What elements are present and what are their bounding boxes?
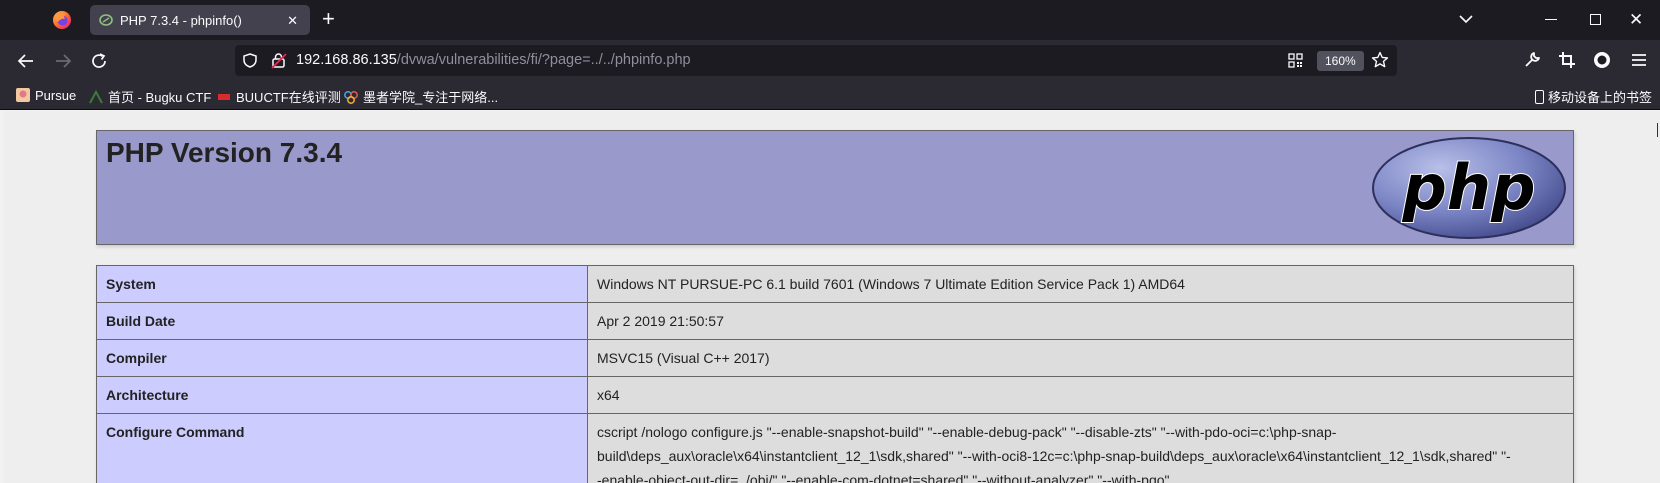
pursue-favicon-icon: [16, 88, 30, 102]
page-title: PHP Version 7.3.4: [106, 137, 343, 168]
close-window-icon[interactable]: ✕: [1629, 10, 1643, 30]
insecure-lock-icon[interactable]: [271, 52, 287, 69]
url-path: /dvwa/vulnerabilities/fi/?page=../../php…: [396, 52, 691, 68]
active-tab[interactable]: PHP 7.3.4 - phpinfo() ✕: [90, 5, 310, 35]
reload-icon[interactable]: [90, 52, 108, 70]
url-host: 192.168.86.135: [296, 52, 397, 68]
account-avatar-icon[interactable]: [1593, 51, 1611, 69]
new-tab-button[interactable]: +: [322, 7, 335, 31]
bookmark-pursue[interactable]: Pursue: [15, 87, 76, 104]
row-value: MSVC15 (Visual C++ 2017): [587, 339, 1574, 377]
bookmark-bugku[interactable]: 首页 - Bugku CTF: [88, 87, 211, 105]
url-text[interactable]: 192.168.86.135/dvwa/vulnerabilities/fi/?…: [296, 52, 691, 68]
row-value: Windows NT PURSUE-PC 6.1 build 7601 (Win…: [587, 265, 1574, 303]
php-logo-text: php: [1402, 151, 1536, 224]
mozhe-favicon-icon: [344, 91, 358, 104]
text-cursor: [1657, 123, 1658, 137]
php-version-header: PHP Version 7.3.4 php: [96, 130, 1574, 245]
page-favicon-icon: [99, 14, 113, 26]
menu-hamburger-icon[interactable]: [1630, 51, 1648, 69]
table-row: Architecture x64: [96, 376, 1574, 414]
row-value: x64: [587, 376, 1574, 414]
zoom-level-button[interactable]: 160%: [1317, 51, 1364, 71]
table-row: System Windows NT PURSUE-PC 6.1 build 76…: [96, 265, 1574, 303]
row-key: Build Date: [96, 302, 588, 340]
wrench-icon[interactable]: [1523, 51, 1541, 69]
row-key: System: [96, 265, 588, 303]
row-key: Configure Command: [96, 413, 588, 483]
navigation-toolbar: 192.168.86.135/dvwa/vulnerabilities/fi/?…: [0, 40, 1660, 80]
bookmark-star-icon[interactable]: [1371, 51, 1389, 69]
row-key: Compiler: [96, 339, 588, 377]
php-logo[interactable]: php: [1371, 137, 1567, 240]
table-row: Compiler MSVC15 (Visual C++ 2017): [96, 339, 1574, 377]
mobile-bookmarks-folder[interactable]: 移动设备上的书签: [1534, 87, 1652, 106]
forward-arrow-icon[interactable]: [54, 52, 72, 70]
list-all-tabs-chevron-down-icon[interactable]: [1458, 11, 1474, 27]
page-content: PHP Version 7.3.4 php System Windows NT …: [3, 111, 1660, 483]
qr-code-icon[interactable]: [1288, 53, 1303, 68]
table-row: Build Date Apr 2 2019 21:50:57: [96, 302, 1574, 340]
bookmarks-toolbar: Pursue 首页 - Bugku CTF BUUCTF在线评测 墨者学院_专注…: [0, 80, 1660, 110]
table-row: Configure Command cscript /nologo config…: [96, 413, 1574, 483]
row-value: cscript /nologo configure.js "--enable-s…: [587, 413, 1574, 483]
crop-screenshot-icon[interactable]: [1558, 51, 1576, 69]
tab-strip: PHP 7.3.4 - phpinfo() ✕ + ✕: [0, 0, 1660, 40]
tab-close-icon[interactable]: ✕: [287, 13, 298, 29]
row-value: Apr 2 2019 21:50:57: [587, 302, 1574, 340]
bookmark-mozhe[interactable]: 墨者学院_专注于网络...: [343, 87, 498, 105]
bookmark-buuctf[interactable]: BUUCTF在线评测: [216, 87, 341, 105]
minimize-window-icon[interactable]: [1545, 19, 1557, 20]
row-key: Architecture: [96, 376, 588, 414]
mobile-device-icon: [1534, 90, 1544, 104]
back-arrow-icon[interactable]: [17, 52, 35, 70]
tab-title: PHP 7.3.4 - phpinfo(): [120, 13, 242, 28]
firefox-icon[interactable]: [52, 10, 72, 30]
maximize-window-icon[interactable]: [1590, 14, 1601, 25]
buuctf-favicon-icon: [218, 94, 230, 100]
bugku-favicon-icon: [89, 89, 103, 104]
php-info-table: System Windows NT PURSUE-PC 6.1 build 76…: [96, 265, 1574, 483]
address-bar[interactable]: 192.168.86.135/dvwa/vulnerabilities/fi/?…: [235, 45, 1397, 76]
tracking-protection-shield-icon[interactable]: [243, 53, 257, 68]
